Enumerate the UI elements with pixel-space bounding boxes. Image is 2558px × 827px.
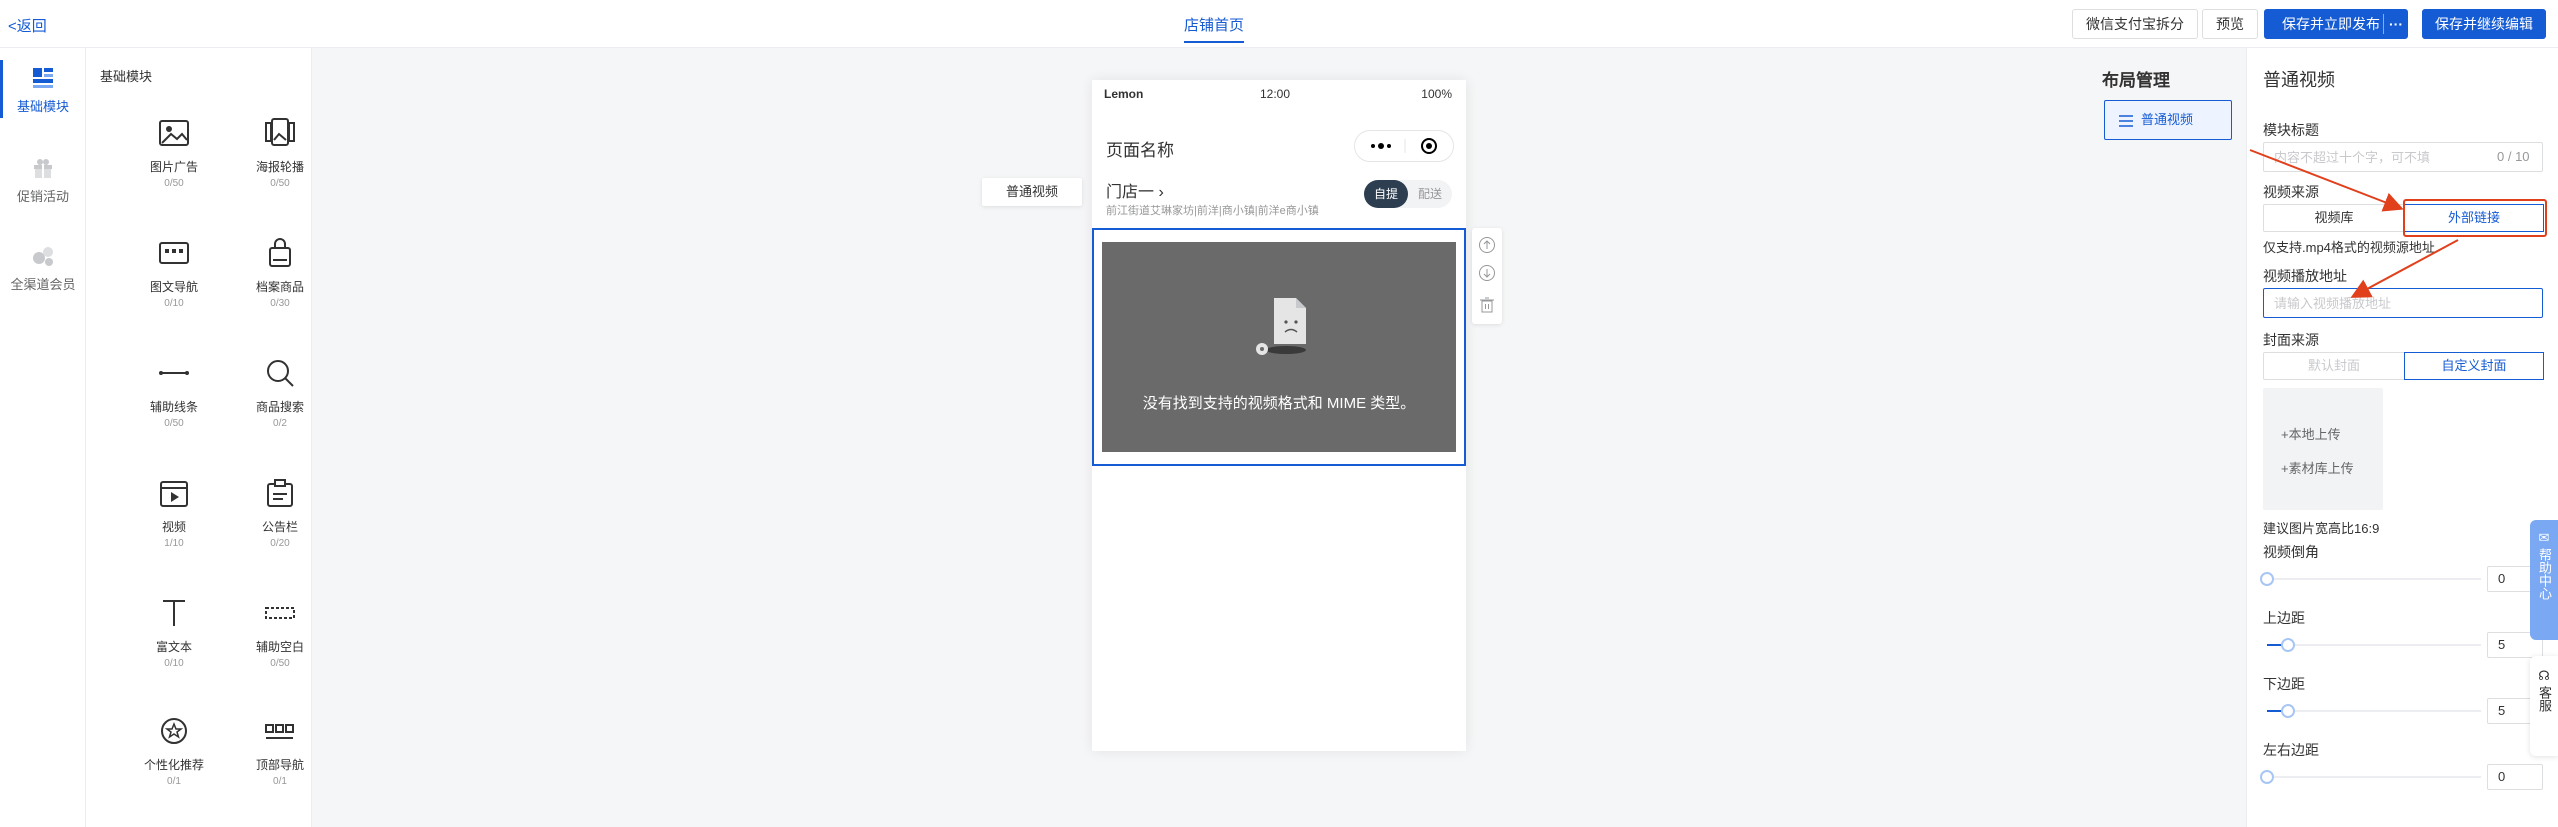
help-center-button[interactable]: ✉ 帮助中心 xyxy=(2530,520,2558,640)
arrow-to-external-link xyxy=(2249,149,2404,212)
help-label: 帮助中心 xyxy=(2537,548,2552,600)
headset-icon: ☊ xyxy=(2538,668,2550,683)
arrow-to-url-input xyxy=(2350,239,2459,298)
annotation-arrows xyxy=(2249,149,2459,298)
help-icon: ✉ xyxy=(2538,530,2550,545)
customer-service-button[interactable]: ☊ 客服 xyxy=(2530,656,2558,756)
kefu-label: 客服 xyxy=(2537,686,2552,712)
